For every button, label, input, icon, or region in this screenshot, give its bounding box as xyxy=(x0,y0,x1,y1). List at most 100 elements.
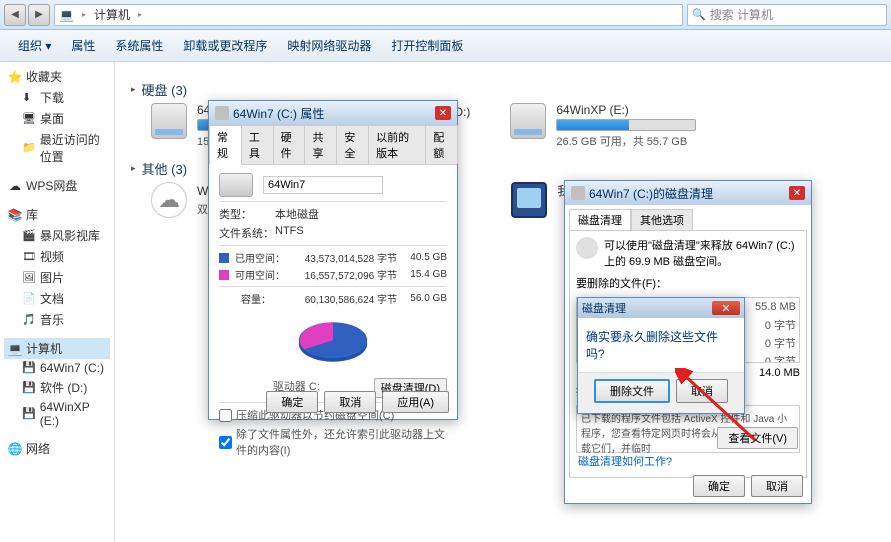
forward-button[interactable]: ▶ xyxy=(28,4,50,26)
computer-icon: 💻 xyxy=(8,342,22,356)
toolbar-organize[interactable]: 组织 ▾ xyxy=(8,33,61,58)
sidebar-item-drive-c[interactable]: 💾64Win7 (C:) xyxy=(4,359,110,377)
tab-cleanup[interactable]: 磁盘清理 xyxy=(569,209,631,231)
file-size: 0 字节 xyxy=(765,335,796,351)
dialog-titlebar[interactable]: 磁盘清理 ✕ xyxy=(578,298,744,318)
section-hard-drives[interactable]: 硬盘 (3) xyxy=(131,80,875,99)
drive-label: 64WinXP (E:) xyxy=(556,103,696,117)
tab-body-general: 类型：本地磁盘 文件系统：NTFS 已用空间：43,573,014,528 字节… xyxy=(209,165,457,469)
star-icon: ⭐ xyxy=(8,70,22,84)
file-size: 0 字节 xyxy=(765,353,796,363)
capacity-label: 容量： xyxy=(241,291,271,306)
info-icon xyxy=(576,237,598,259)
search-input[interactable]: 🔍 搜索 计算机 xyxy=(687,4,887,26)
computer-icon: 💻 xyxy=(59,8,74,22)
sidebar-item-documents[interactable]: 📄文档 xyxy=(4,288,110,309)
toolbar-uninstall[interactable]: 卸载或更改程序 xyxy=(173,33,277,58)
sidebar-network-head[interactable]: 🌐网络 xyxy=(4,438,110,459)
drive-e[interactable]: 64WinXP (E:) 26.5 GB 可用，共 55.7 GB xyxy=(510,103,696,149)
chevron-right-icon: ▸ xyxy=(138,10,142,19)
sidebar-item-music[interactable]: 🎵音乐 xyxy=(4,309,110,330)
close-button[interactable]: ✕ xyxy=(712,301,740,315)
address-bar: ◀ ▶ 💻 ▸ 计算机 ▸ 🔍 搜索 计算机 xyxy=(0,0,891,30)
tab-hardware[interactable]: 硬件 xyxy=(273,125,306,164)
cancel-button[interactable]: 取消 xyxy=(676,379,728,403)
library-icon: 📚 xyxy=(8,208,22,222)
sidebar-item-downloads[interactable]: ⬇下载 xyxy=(4,87,110,108)
tab-security[interactable]: 安全 xyxy=(336,125,369,164)
sidebar-favorites-head[interactable]: ⭐收藏夹 xyxy=(4,66,110,87)
cleanup-icon xyxy=(571,186,585,200)
toolbar-control-panel[interactable]: 打开控制面板 xyxy=(381,33,473,58)
sidebar-item-drive-e[interactable]: 💾64WinXP (E:) xyxy=(4,398,110,430)
used-swatch-icon xyxy=(219,253,229,263)
tab-previous[interactable]: 以前的版本 xyxy=(368,125,426,164)
search-icon: 🔍 xyxy=(692,8,706,21)
drive-name-input[interactable] xyxy=(263,176,383,194)
close-button[interactable]: ✕ xyxy=(435,106,451,120)
used-gb: 40.5 GB xyxy=(403,252,447,263)
drive-icon: 💾 xyxy=(22,361,36,375)
phone-icon xyxy=(511,182,547,218)
dialog-titlebar[interactable]: 64Win7 (C:)的磁盘清理 ✕ xyxy=(565,181,811,205)
tab-more-options[interactable]: 其他选项 xyxy=(631,209,693,231)
address-path[interactable]: 💻 ▸ 计算机 ▸ xyxy=(54,4,683,26)
type-value: 本地磁盘 xyxy=(275,206,447,222)
tab-sharing[interactable]: 共享 xyxy=(304,125,337,164)
drive-icon xyxy=(215,106,229,120)
capacity-gb: 56.0 GB xyxy=(403,293,447,304)
help-link[interactable]: 磁盘清理如何工作? xyxy=(578,453,672,469)
toolbar-properties[interactable]: 属性 xyxy=(61,33,105,58)
cleanup-info-text: 可以使用"磁盘清理"来释放 64Win7 (C:) 上的 69.9 MB 磁盘空… xyxy=(604,237,800,269)
view-files-button[interactable]: 查看文件(V) xyxy=(717,427,798,449)
document-icon: 📄 xyxy=(22,292,36,306)
cloud-icon: ☁ xyxy=(151,182,187,218)
cancel-button[interactable]: 取消 xyxy=(751,475,803,497)
tab-tools[interactable]: 工具 xyxy=(241,125,274,164)
confirm-dialog: 磁盘清理 ✕ 确实要永久删除这些文件吗? 删除文件 取消 xyxy=(577,297,745,414)
recent-icon: 📁 xyxy=(22,141,36,155)
sidebar-item-storm[interactable]: 🎬暴风影视库 xyxy=(4,225,110,246)
delete-files-button[interactable]: 删除文件 xyxy=(594,379,670,403)
compress-checkbox[interactable] xyxy=(219,409,232,422)
back-button[interactable]: ◀ xyxy=(4,4,26,26)
ok-button[interactable]: 确定 xyxy=(266,391,318,413)
toolbar-map-drive[interactable]: 映射网络驱动器 xyxy=(277,33,381,58)
sidebar-item-recent[interactable]: 📁最近访问的位置 xyxy=(4,129,110,167)
drive-icon: 💾 xyxy=(22,381,36,395)
toolbar-system-properties[interactable]: 系统属性 xyxy=(105,33,173,58)
toolbar: 组织 ▾ 属性 系统属性 卸载或更改程序 映射网络驱动器 打开控制面板 xyxy=(0,30,891,62)
sidebar-computer-head[interactable]: 💻计算机 xyxy=(4,338,110,359)
drive-icon xyxy=(219,173,253,197)
tab-quota[interactable]: 配额 xyxy=(425,125,458,164)
properties-dialog: 64Win7 (C:) 属性 ✕ 常规 工具 硬件 共享 安全 以前的版本 配额… xyxy=(208,100,458,420)
tabs: 常规 工具 硬件 共享 安全 以前的版本 配额 xyxy=(209,125,457,165)
sidebar-item-drive-d[interactable]: 💾软件 (D:) xyxy=(4,377,110,398)
sidebar-libraries-head[interactable]: 📚库 xyxy=(4,204,110,225)
cloud-icon: ☁ xyxy=(8,179,22,193)
capacity-bytes: 60,130,586,624 字节 xyxy=(277,291,397,306)
dialog-titlebar[interactable]: 64Win7 (C:) 属性 ✕ xyxy=(209,101,457,125)
sidebar-item-desktop[interactable]: 🖥桌面 xyxy=(4,108,110,129)
download-icon: ⬇ xyxy=(22,91,36,105)
apply-button[interactable]: 应用(A) xyxy=(382,391,449,413)
drive-icon: 💾 xyxy=(22,407,36,421)
desktop-icon: 🖥 xyxy=(22,112,36,126)
file-size: 55.8 MB xyxy=(755,301,796,313)
used-label: 已用空间： xyxy=(235,250,285,265)
dialog-title: 磁盘清理 xyxy=(582,300,626,316)
ok-button[interactable]: 确定 xyxy=(693,475,745,497)
video-icon: 🎞 xyxy=(22,250,36,264)
filesystem-label: 文件系统： xyxy=(219,225,275,241)
drive-icon xyxy=(151,103,187,139)
close-button[interactable]: ✕ xyxy=(789,186,805,200)
tab-general[interactable]: 常规 xyxy=(209,125,242,165)
sidebar-wps-head[interactable]: ☁WPS网盘 xyxy=(4,175,110,196)
cancel-button[interactable]: 取消 xyxy=(324,391,376,413)
music-icon: 🎵 xyxy=(22,313,36,327)
sidebar-item-pictures[interactable]: 🖼图片 xyxy=(4,267,110,288)
sidebar-item-videos[interactable]: 🎞视频 xyxy=(4,246,110,267)
index-checkbox[interactable] xyxy=(219,436,232,449)
dialog-title: 64Win7 (C:)的磁盘清理 xyxy=(589,185,713,202)
path-segment[interactable]: 计算机 xyxy=(94,6,130,23)
